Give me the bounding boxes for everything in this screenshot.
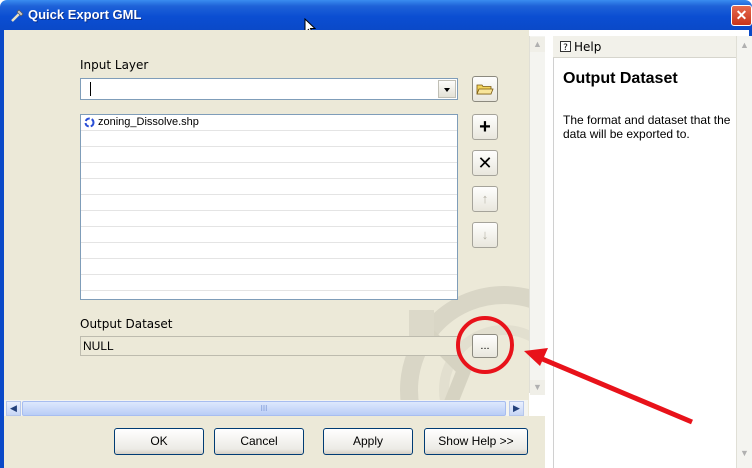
scroll-left-arrow-icon[interactable]: ◀ <box>6 401 21 416</box>
help-scroll-up-icon[interactable]: ▲ <box>737 38 752 52</box>
chevron-down-icon <box>444 88 450 92</box>
output-dataset-field[interactable]: NULL <box>80 336 458 356</box>
scroll-up-arrow-icon[interactable]: ▲ <box>530 37 545 52</box>
help-scroll-down-icon[interactable]: ▼ <box>737 446 752 460</box>
show-help-button[interactable]: Show Help >> <box>424 428 528 455</box>
list-item[interactable]: zoning_Dissolve.shp <box>81 115 457 131</box>
tool-icon <box>11 9 24 22</box>
help-description: The format and dataset that the data wil… <box>563 113 731 141</box>
scroll-down-arrow-icon[interactable]: ▼ <box>530 380 545 395</box>
list-row-empty <box>81 131 457 147</box>
list-row-empty <box>81 275 457 291</box>
list-row-empty <box>81 163 457 179</box>
list-row-empty <box>81 227 457 243</box>
layer-name: zoning_Dissolve.shp <box>98 116 199 128</box>
help-pane <box>553 36 737 468</box>
close-button[interactable]: ✕ <box>731 5 752 26</box>
help-title: Output Dataset <box>563 70 678 87</box>
window-title: Quick Export GML <box>28 7 142 22</box>
list-row-empty <box>81 147 457 163</box>
x-icon: ✕ <box>477 153 493 173</box>
input-layer-label: Input Layer <box>80 58 149 72</box>
arrow-down-icon: ↓ <box>481 227 489 242</box>
remove-layer-button[interactable]: ✕ <box>472 150 498 176</box>
input-layer-dropdown[interactable] <box>80 78 458 100</box>
dialog-vertical-scrollbar[interactable] <box>529 36 545 393</box>
move-down-button[interactable]: ↓ <box>472 222 498 248</box>
svg-text:?: ? <box>563 43 568 52</box>
text-caret <box>90 82 91 96</box>
cancel-button[interactable]: Cancel <box>214 428 304 455</box>
move-up-button[interactable]: ↑ <box>472 186 498 212</box>
output-dataset-label: Output Dataset <box>80 317 173 331</box>
help-tab-label: Help <box>574 40 602 54</box>
apply-button[interactable]: Apply <box>323 428 413 455</box>
list-row-empty <box>81 211 457 227</box>
open-folder-button[interactable] <box>472 76 498 102</box>
list-row-empty <box>81 259 457 275</box>
arrow-up-icon: ↑ <box>481 191 489 206</box>
list-row-empty <box>81 243 457 259</box>
scroll-right-arrow-icon[interactable]: ▶ <box>509 401 524 416</box>
help-vertical-scrollbar[interactable] <box>736 36 752 468</box>
horizontal-scroll-thumb[interactable]: III <box>22 401 506 416</box>
input-layers-list[interactable]: zoning_Dissolve.shp <box>80 114 458 300</box>
plus-icon: + <box>479 116 491 138</box>
dropdown-button[interactable] <box>438 80 456 98</box>
folder-open-icon <box>476 84 494 95</box>
browse-output-button[interactable]: ... <box>472 334 498 358</box>
list-row-empty <box>81 179 457 195</box>
close-icon: ✕ <box>735 7 748 23</box>
help-icon: ? <box>560 41 571 52</box>
ok-button[interactable]: OK <box>114 428 204 455</box>
add-layer-button[interactable]: + <box>472 114 498 140</box>
layer-icon <box>84 117 95 128</box>
list-row-empty <box>81 195 457 211</box>
